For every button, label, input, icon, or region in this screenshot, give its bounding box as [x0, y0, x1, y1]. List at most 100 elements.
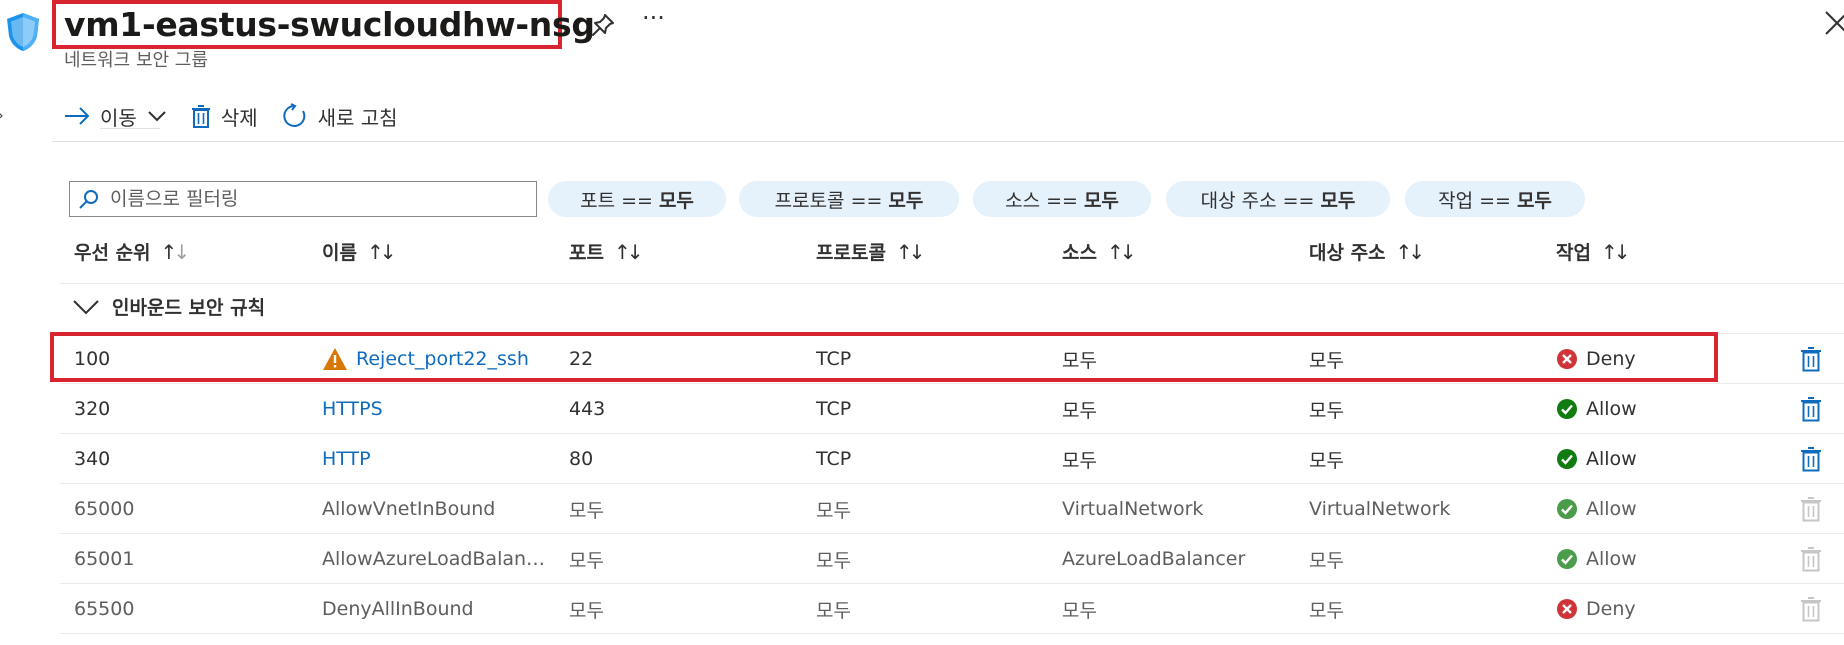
sort-icon: ↑↓	[895, 239, 925, 264]
title-highlight-box: vm1-eastus-swucloudhw-nsg	[52, 0, 595, 49]
filter-pill-destination[interactable]: 대상 주소 == 모두	[1166, 181, 1390, 217]
pin-icon[interactable]	[590, 12, 616, 38]
more-options-icon[interactable]: ···	[642, 4, 665, 32]
action-text: Allow	[1586, 398, 1637, 420]
cell-port: 모두	[569, 499, 604, 522]
delete-label: 삭제	[220, 105, 258, 130]
cell-protocol: 모두	[816, 549, 851, 572]
close-icon[interactable]	[1822, 8, 1844, 38]
cell-source: 모두	[1062, 399, 1097, 422]
cell-port: 모두	[569, 549, 604, 572]
cell-name[interactable]: HTTP	[322, 434, 371, 484]
refresh-button[interactable]: 새로 고침	[282, 102, 398, 131]
cell-destination: 모두	[1309, 399, 1344, 422]
header-divider	[60, 283, 1844, 284]
filter-pill-action-name: 작업 ==	[1438, 189, 1511, 212]
rule-name-text: HTTP	[322, 448, 371, 470]
cell-port: 모두	[569, 599, 604, 622]
cell-priority: 65500	[74, 598, 135, 620]
toolbar-divider	[52, 141, 1844, 142]
cell-source: AzureLoadBalancer	[1062, 548, 1246, 570]
filter-pill-port-name: 포트 ==	[580, 189, 653, 212]
arrow-right-icon	[65, 107, 90, 125]
sort-icon: ↑↓	[1106, 239, 1136, 264]
move-button[interactable]: 이동	[64, 102, 167, 131]
filter-pill-port[interactable]: 포트 == 모두	[548, 181, 726, 217]
move-label: 이동	[100, 105, 137, 130]
cell-source: 모두	[1062, 599, 1097, 622]
allow-check-icon	[1556, 498, 1578, 520]
search-input[interactable]	[108, 187, 512, 211]
delete-button[interactable]: 삭제	[191, 102, 258, 131]
filter-pill-source-name: 소스 ==	[1005, 189, 1078, 212]
column-header-source[interactable]: 소스 ↑↓	[1062, 238, 1136, 265]
column-header-priority[interactable]: 우선 순위 ↑↓	[74, 238, 190, 265]
cell-port: 443	[569, 398, 606, 420]
cell-action: Deny	[1556, 584, 1636, 634]
sort-icon: ↑↓	[1395, 239, 1425, 264]
column-header-name[interactable]: 이름 ↑↓	[322, 238, 396, 265]
cell-priority: 340	[74, 448, 111, 470]
delete-rule-icon	[1800, 546, 1822, 572]
filter-pill-protocol[interactable]: 프로토콜 == 모두	[739, 181, 959, 217]
rule-name-text: HTTPS	[322, 398, 383, 420]
refresh-icon	[283, 103, 305, 127]
cell-name: AllowAzureLoadBalancerInBound	[322, 534, 548, 584]
delete-rule-icon[interactable]	[1800, 446, 1822, 472]
action-text: Allow	[1586, 498, 1637, 520]
filter-by-name-search[interactable]	[69, 181, 537, 217]
cell-destination: 모두	[1309, 599, 1344, 622]
filter-pill-protocol-name: 프로토콜 ==	[774, 189, 883, 212]
row-highlight-box	[50, 332, 1718, 382]
sort-icon: ↑↓	[366, 239, 396, 264]
cell-destination: 모두	[1309, 449, 1344, 472]
sort-icon: ↑↓	[1600, 239, 1630, 264]
column-header-action-label: 작업	[1556, 242, 1591, 264]
column-header-port[interactable]: 포트 ↑↓	[569, 238, 643, 265]
cell-source: VirtualNetwork	[1062, 498, 1204, 520]
column-header-destination[interactable]: 대상 주소 ↑↓	[1309, 238, 1425, 265]
cell-protocol: 모두	[816, 499, 851, 522]
cell-priority: 65000	[74, 498, 135, 520]
cell-protocol: TCP	[816, 448, 852, 470]
cell-name: DenyAllInBound	[322, 584, 474, 634]
cell-action: Allow	[1556, 534, 1637, 584]
search-icon	[79, 190, 98, 209]
column-header-port-label: 포트	[569, 242, 604, 264]
expand-sidebar-icon[interactable]: ›	[0, 108, 4, 124]
cell-name: AllowVnetInBound	[322, 484, 495, 534]
filter-pill-source-value: 모두	[1083, 189, 1119, 212]
column-header-name-label: 이름	[322, 242, 357, 264]
rule-name-text: DenyAllInBound	[322, 598, 474, 620]
cell-source: 모두	[1062, 449, 1097, 472]
cell-name[interactable]: HTTPS	[322, 384, 383, 434]
delete-rule-icon[interactable]	[1800, 396, 1822, 422]
column-header-source-label: 소스	[1062, 242, 1097, 264]
delete-rule-icon[interactable]	[1800, 346, 1822, 372]
filter-pill-action[interactable]: 작업 == 모두	[1405, 181, 1585, 217]
cell-action: Allow	[1556, 384, 1637, 434]
filter-pill-protocol-value: 모두	[888, 189, 924, 212]
scrolled-content-edge	[100, 128, 160, 139]
action-text: Deny	[1586, 598, 1636, 620]
chevron-down-icon	[73, 299, 99, 314]
chevron-down-icon	[148, 111, 166, 122]
allow-check-icon	[1556, 398, 1578, 420]
action-text: Allow	[1586, 548, 1637, 570]
filter-pill-action-value: 모두	[1516, 189, 1552, 212]
cell-priority: 65001	[74, 548, 135, 570]
column-header-protocol[interactable]: 프로토콜 ↑↓	[816, 238, 925, 265]
sort-icon: ↑↓	[160, 239, 190, 264]
cell-destination: VirtualNetwork	[1309, 498, 1451, 520]
filter-pill-port-value: 모두	[658, 189, 694, 212]
column-header-destination-label: 대상 주소	[1309, 242, 1386, 264]
page-subtitle: 네트워크 보안 그룹	[64, 50, 208, 71]
inbound-rules-group-toggle[interactable]: 인바운드 보안 규칙	[72, 293, 265, 320]
filter-pill-source[interactable]: 소스 == 모두	[973, 181, 1151, 217]
network-security-group-icon	[7, 13, 39, 51]
rule-name-text: AllowAzureLoadBalancerInBound	[322, 548, 548, 570]
cell-port: 80	[569, 448, 594, 470]
column-header-action[interactable]: 작업 ↑↓	[1556, 238, 1630, 265]
rule-name-text: AllowVnetInBound	[322, 498, 496, 520]
filter-pill-destination-name: 대상 주소 ==	[1200, 189, 1315, 212]
